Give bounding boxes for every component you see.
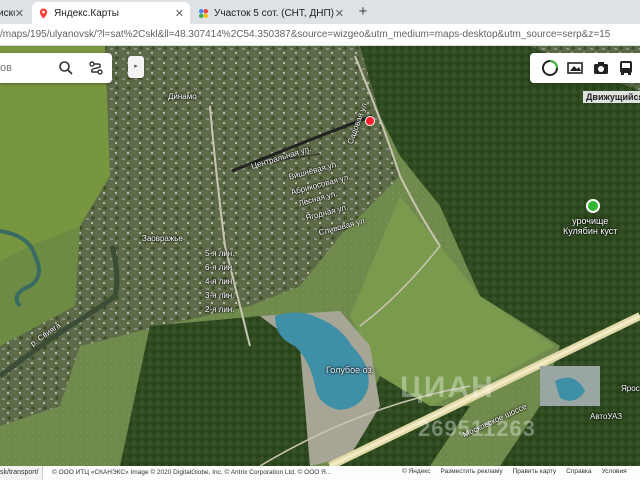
map-attribution-bar: © ООО ИТЦ «СКАНЭКС» Image © 2020 Digital… [0, 466, 640, 480]
footer-link-ads[interactable]: Разместить рекламу [440, 468, 502, 475]
traffic-icon[interactable] [541, 59, 559, 77]
search-icon[interactable] [58, 60, 74, 76]
footer-link-yandex[interactable]: © Яндекс [402, 468, 430, 475]
street-label: 6-я лин. [205, 263, 235, 272]
street-label: 4-я лин. [205, 277, 235, 286]
close-icon[interactable]: ✕ [15, 7, 24, 20]
map-label-dinamo: Динамо [168, 92, 197, 101]
new-tab-icon[interactable]: + [355, 3, 371, 20]
watermark-id: 269511263 [418, 416, 536, 441]
footer-link-edit[interactable]: Править карту [513, 468, 557, 475]
watermark-logo: ЦИАН [400, 371, 495, 404]
yandex-maps-pin-icon [39, 7, 48, 19]
map-label-lake: Голубое оз. [326, 365, 375, 375]
search-input[interactable]: ов [0, 62, 12, 74]
map-canvas[interactable]: ов ▸ Динамо Заовражье р. Свияга Голубое … [0, 46, 640, 466]
close-icon[interactable]: ✕ [335, 7, 344, 20]
address-bar[interactable]: /maps/195/ulyanovsk/?l=sat%2Cskl&ll=48.3… [0, 24, 640, 46]
street-label: 3-я лин. [205, 291, 235, 300]
panorama-icon[interactable] [566, 59, 584, 77]
route-icon[interactable] [88, 60, 104, 76]
tab-title: иском ашл [0, 7, 15, 19]
map-label-zavolzhe: Заовражье [142, 234, 183, 243]
map-label-yaroslavl: Ярос [621, 384, 640, 393]
url-text[interactable]: /maps/195/ulyanovsk/?l=sat%2Cskl&ll=48.3… [0, 29, 610, 40]
street-label: 5-я лин. [205, 249, 235, 258]
tab-title: Участок 5 сот. (СНТ, ДНП) [214, 7, 334, 19]
browser-tab-2[interactable]: Яндекс.Карты ✕ [32, 2, 190, 24]
poi-park-icon[interactable] [586, 199, 600, 213]
poi-label[interactable]: урочище Кулябин куст [563, 216, 617, 236]
camera-icon[interactable] [592, 59, 610, 77]
browser-tab-1[interactable]: иском ашл ✕ [0, 2, 30, 24]
browser-tab-strip: иском ашл ✕ Яндекс.Карты ✕ Участок 5 сот… [0, 0, 640, 24]
location-pin-icon[interactable] [365, 116, 375, 126]
browser-tab-3[interactable]: Участок 5 сот. (СНТ, ДНП) ✕ [192, 2, 350, 24]
close-icon[interactable]: ✕ [175, 7, 184, 20]
status-url: sk/transport/ [0, 466, 43, 480]
street-label: 2-я лин. [205, 305, 235, 314]
map-copyright: © ООО ИТЦ «СКАНЭКС» Image © 2020 Digital… [52, 469, 332, 476]
footer-link-help[interactable]: Справка [566, 468, 592, 475]
traffic-layer-label: Движущийся т [583, 91, 640, 103]
footer-links: © Яндекс Разместить рекламу Править карт… [402, 468, 627, 475]
collapse-panel-button[interactable]: ▸ [128, 56, 144, 78]
map-search-box[interactable]: ов [0, 53, 112, 83]
satellite-imagery [0, 46, 640, 466]
footer-link-terms[interactable]: Условия [602, 468, 627, 475]
tab-title: Яндекс.Карты [54, 7, 119, 19]
map-label-autouaz: АвтоУАЗ [590, 412, 623, 421]
map-layers-toolbar [530, 53, 640, 83]
site-favicon-icon [199, 8, 208, 18]
bus-icon[interactable] [617, 59, 635, 77]
